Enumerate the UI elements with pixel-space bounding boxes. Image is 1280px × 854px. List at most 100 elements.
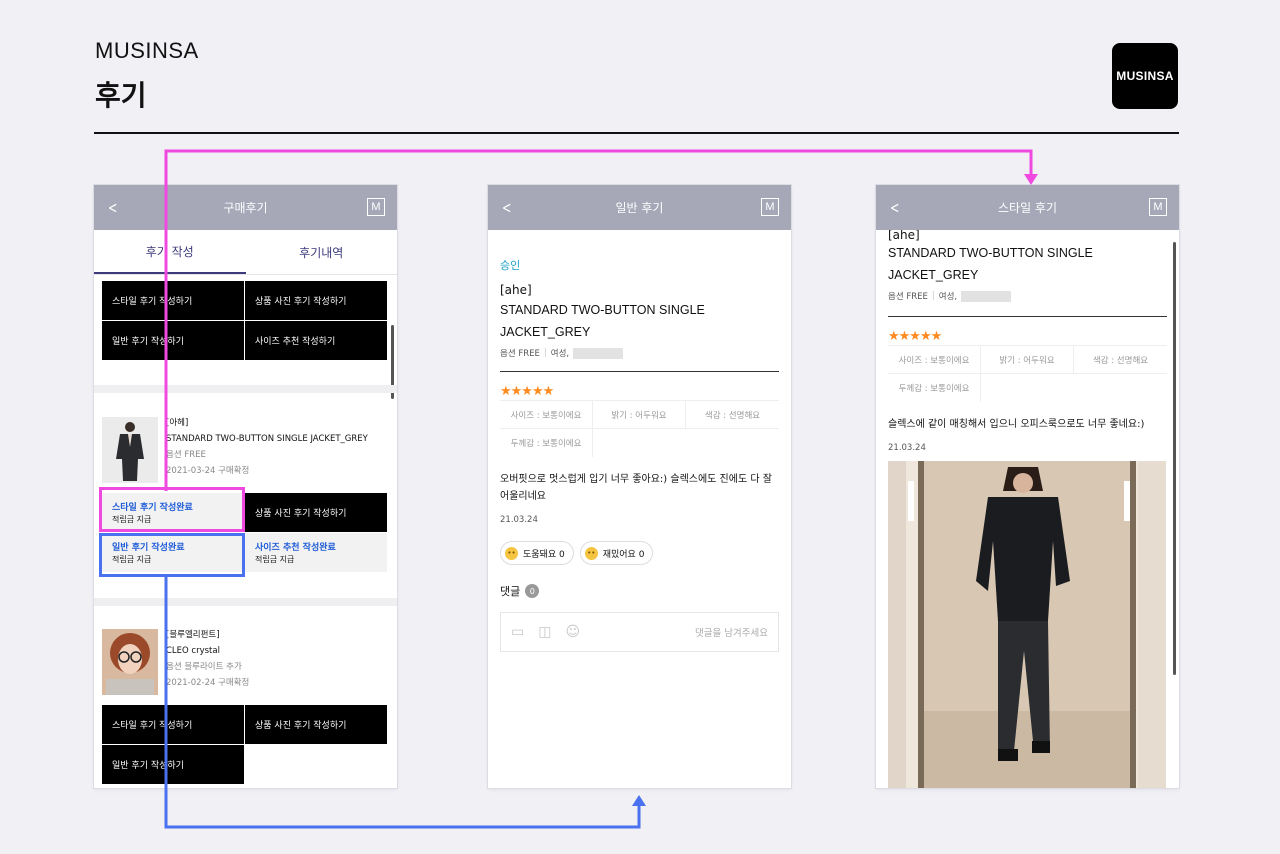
size-recommend-done[interactable]: 사이즈 추천 작성완료 적립금 지급 — [245, 533, 387, 572]
divider — [500, 371, 779, 372]
product-name[interactable]: CLEO crystal — [166, 643, 249, 659]
attr-color: 색감 : 선명해요 — [686, 401, 779, 429]
helpful-button[interactable]: •• 도움돼요 0 — [500, 541, 574, 565]
attr-color: 색감 : 선명해요 — [1074, 346, 1167, 374]
reward-label: 적립금 지급 — [255, 555, 295, 564]
gender-text: 여성, — [550, 349, 570, 359]
style-review-button[interactable]: 스타일 후기 작성하기 — [102, 705, 244, 744]
style-review-button[interactable]: 스타일 후기 작성하기 — [102, 281, 244, 320]
camera-icon[interactable]: ◫ — [538, 624, 551, 640]
review-tabs: 후기 작성 후기내역 — [94, 230, 397, 275]
review-text: 오버핏으로 멋스럽게 입기 너무 좋아요:) 슬렉스에도 진에도 다 잘 어울리… — [500, 474, 772, 502]
back-chevron-icon[interactable]: < — [108, 198, 117, 217]
option-text: 옵션 FREE — [888, 292, 928, 302]
phone-style-review: < 스타일 후기 M [ahe] STANDARD TWO-BUTTON SIN… — [876, 185, 1179, 788]
emoji-icon[interactable]: ☺ — [565, 624, 580, 640]
redacted-info — [573, 347, 624, 359]
product-brand: [아헤] — [166, 418, 189, 428]
product-info-1: [아헤] STANDARD TWO-BUTTON SINGLE JACKET_G… — [166, 415, 368, 479]
brand-name: MUSINSA — [95, 38, 199, 63]
size-recommend-button[interactable]: 사이즈 추천 작성하기 — [245, 321, 387, 360]
fun-label: 재밌어요 0 — [602, 549, 645, 560]
product-info-2: [블루엘리펀트] CLEO crystal 옵션 블루라이트 추가 2021-0… — [166, 627, 249, 691]
product-option-row: 옵션 FREE | 여성, — [888, 290, 1167, 302]
general-review-button[interactable]: 일반 후기 작성하기 — [102, 745, 244, 784]
attribute-grid: 사이즈 : 보통이에요 밝기 : 어두워요 색감 : 선명해요 두께감 : 보통… — [888, 345, 1167, 402]
scrollbar[interactable] — [1173, 242, 1176, 675]
review-text: 슬렉스에 같이 매칭해서 입으니 오피스룩으로도 너무 좋네요:) — [888, 419, 1145, 430]
product-name[interactable]: STANDARD TWO-BUTTON SINGLE JACKET_GREY — [500, 299, 779, 343]
comments-count-badge: 0 — [525, 584, 540, 598]
product-name-line2: JACKET_GREY — [500, 325, 591, 339]
comment-input-box[interactable]: ▭ ◫ ☺ 댓글을 남겨주세요 — [500, 612, 779, 652]
top-action-grid: 스타일 후기 작성하기 상품 사진 후기 작성하기 일반 후기 작성하기 사이즈… — [102, 281, 387, 360]
back-chevron-icon[interactable]: < — [890, 198, 899, 217]
comment-icon[interactable]: ▭ — [511, 624, 524, 640]
product-brand: [블루엘리펀트] — [166, 630, 220, 640]
attr-brightness: 밝기 : 어두워요 — [593, 401, 686, 429]
rating-stars: ★★★★★ — [888, 329, 942, 344]
style-review-photo[interactable] — [888, 461, 1166, 788]
review-date: 21.03.24 — [500, 515, 538, 525]
product-thumbnail-jacket[interactable] — [102, 417, 158, 483]
review-date: 21.03.24 — [888, 443, 926, 453]
fun-button[interactable]: •• 재밌어요 0 — [579, 541, 654, 565]
blue-arrowhead-icon — [632, 795, 646, 806]
appbar-title: 일반 후기 — [615, 201, 664, 215]
musinsa-logo: MUSINSA — [1112, 43, 1178, 109]
product-name-line1: STANDARD TWO-BUTTON SINGLE — [888, 246, 1093, 260]
size-recommend-done-label: 사이즈 추천 작성완료 — [255, 543, 336, 553]
comment-placeholder[interactable]: 댓글을 남겨주세요 — [695, 625, 768, 639]
header-divider — [94, 132, 1179, 134]
phone-general-review: < 일반 후기 M 승인 [ahe] STANDARD TWO-BUTTON S… — [488, 185, 791, 788]
product-option-row: 옵션 FREE | 여성, — [500, 347, 779, 359]
back-chevron-icon[interactable]: < — [502, 198, 511, 217]
appbar-title: 스타일 후기 — [997, 201, 1057, 215]
helpful-label: 도움돼요 0 — [523, 549, 565, 560]
magenta-arrowhead-icon — [1024, 174, 1038, 185]
product-name[interactable]: STANDARD TWO-BUTTON SINGLE JACKET_GREY — [166, 431, 368, 447]
product-thumbnail-glasses[interactable] — [102, 629, 158, 695]
item2-action-grid: 스타일 후기 작성하기 상품 사진 후기 작성하기 일반 후기 작성하기 — [102, 705, 387, 784]
rating-stars: ★★★★★ — [500, 384, 554, 399]
product-name-line1: STANDARD TWO-BUTTON SINGLE — [500, 303, 705, 317]
appbar: < 일반 후기 M — [488, 185, 791, 230]
comments-label: 댓글 — [500, 585, 521, 598]
highlight-style-review-done — [99, 487, 245, 532]
appbar: < 구매후기 M — [94, 185, 397, 230]
page-title: 후기 — [95, 79, 147, 112]
product-option: 옵션 블루라이트 추가 — [166, 662, 242, 672]
tab-write-review[interactable]: 후기 작성 — [94, 230, 246, 274]
photo-review-button[interactable]: 상품 사진 후기 작성하기 — [245, 705, 387, 744]
attr-size: 사이즈 : 보통이에요 — [888, 346, 981, 374]
attr-thickness: 두께감 : 보통이에요 — [888, 374, 981, 402]
approval-status: 승인 — [500, 259, 521, 272]
product-brand: [ahe] — [500, 283, 532, 297]
appbar-title: 구매후기 — [223, 201, 268, 215]
photo-review-button[interactable]: 상품 사진 후기 작성하기 — [245, 493, 387, 532]
product-option: 옵션 FREE — [166, 450, 206, 460]
photo-review-button[interactable]: 상품 사진 후기 작성하기 — [245, 281, 387, 320]
product-name-line2: JACKET_GREY — [888, 268, 979, 282]
gender-text: 여성, — [938, 292, 958, 302]
highlight-general-review-done — [99, 533, 245, 577]
fun-face-icon: •• — [584, 546, 598, 560]
attr-brightness: 밝기 : 어두워요 — [981, 346, 1074, 374]
section-separator — [94, 385, 397, 393]
comments-header: 댓글 0 — [500, 583, 779, 599]
attr-thickness: 두께감 : 보통이에요 — [500, 429, 593, 457]
section-separator — [94, 598, 397, 606]
appbar: < 스타일 후기 M — [876, 185, 1179, 230]
general-review-button[interactable]: 일반 후기 작성하기 — [102, 321, 244, 360]
empty-cell — [245, 745, 387, 784]
m-menu-icon[interactable]: M — [1149, 198, 1167, 216]
divider — [888, 316, 1167, 317]
purchase-date: 2021-03-24 구매확정 — [166, 466, 250, 476]
purchase-date: 2021-02-24 구매확정 — [166, 678, 250, 688]
reaction-buttons: •• 도움돼요 0 •• 재밌어요 0 — [500, 541, 779, 565]
attr-size: 사이즈 : 보통이에요 — [500, 401, 593, 429]
m-menu-icon[interactable]: M — [367, 198, 385, 216]
tab-review-history[interactable]: 후기내역 — [246, 230, 398, 274]
product-name[interactable]: STANDARD TWO-BUTTON SINGLE JACKET_GREY — [888, 242, 1167, 286]
m-menu-icon[interactable]: M — [761, 198, 779, 216]
